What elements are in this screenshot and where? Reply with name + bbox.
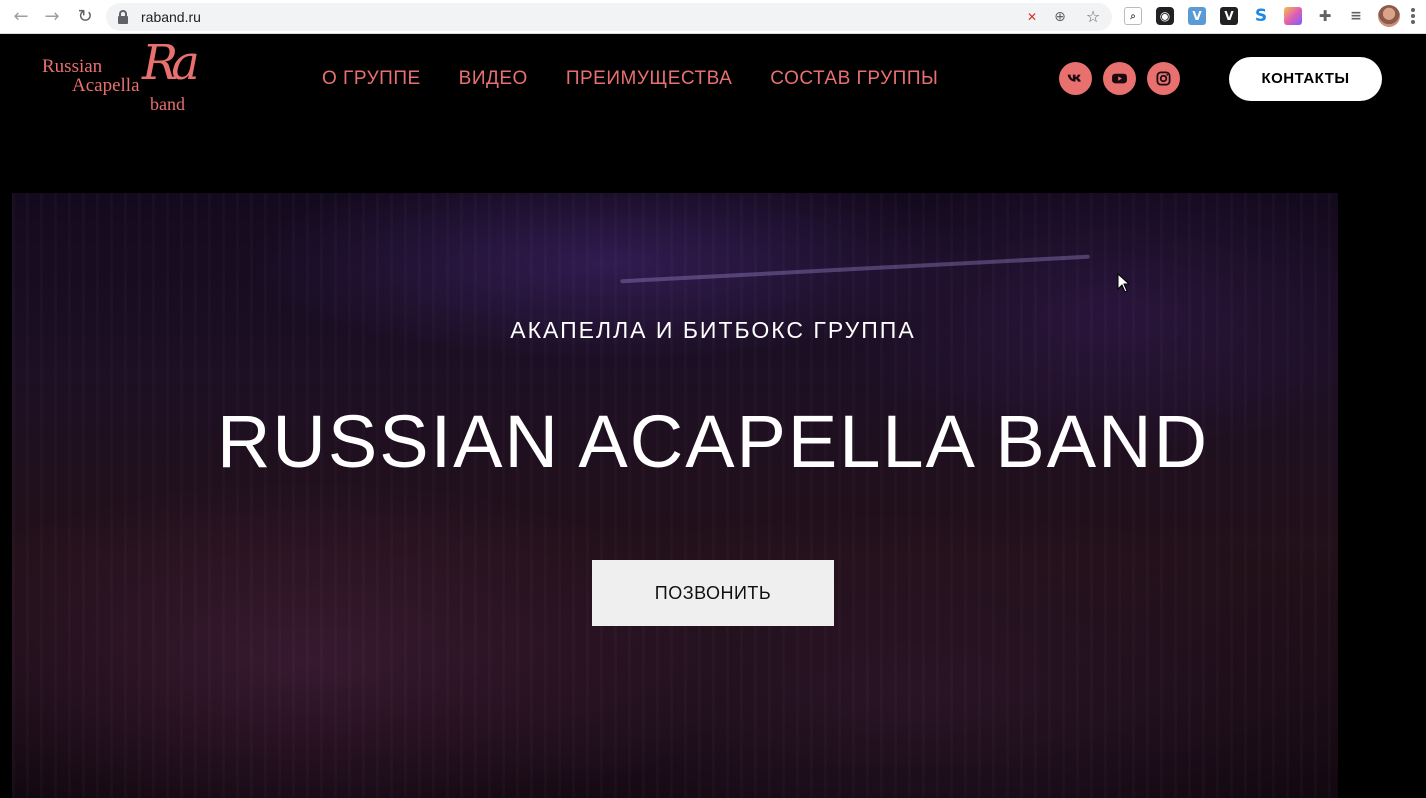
search-ext-icon[interactable]: ⌕ bbox=[1124, 7, 1142, 25]
hero-subtitle: АКАПЕЛЛА И БИТБОКС ГРУППА bbox=[510, 317, 916, 343]
lock-icon[interactable] bbox=[118, 10, 128, 24]
hero-title: RUSSIAN ACAPELLA BAND bbox=[216, 400, 1210, 483]
puzzle-icon[interactable]: ✚ bbox=[1316, 7, 1334, 25]
nav-video[interactable]: ВИДЕО bbox=[459, 68, 528, 90]
back-arrow-icon[interactable]: ← bbox=[10, 6, 32, 28]
media-icon[interactable]: ≡ bbox=[1347, 7, 1365, 25]
logo-line-2: Acapella bbox=[72, 75, 140, 96]
forward-arrow-icon[interactable]: → bbox=[41, 6, 63, 28]
profile-avatar[interactable] bbox=[1378, 5, 1400, 27]
nav-advantages[interactable]: ПРЕИМУЩЕСТВА bbox=[566, 68, 732, 90]
url-text[interactable]: raband.ru bbox=[141, 9, 201, 25]
nav-about[interactable]: О ГРУППЕ bbox=[322, 68, 421, 90]
main-nav: О ГРУППЕ ВИДЕО ПРЕИМУЩЕСТВА СОСТАВ ГРУПП… bbox=[322, 68, 938, 90]
browser-toolbar: ← → ↻ raband.ru ✕ ⊕ ☆ ⌕ ◉ V V S ✚ ≡ bbox=[0, 0, 1426, 34]
instagram-icon[interactable] bbox=[1147, 62, 1180, 95]
bookmark-star-icon[interactable]: ☆ bbox=[1084, 8, 1102, 26]
contacts-button[interactable]: КОНТАКТЫ bbox=[1229, 57, 1382, 101]
logo-monogram: Ra bbox=[142, 35, 200, 91]
mouse-cursor-icon bbox=[1117, 273, 1129, 293]
call-button[interactable]: ПОЗВОНИТЬ bbox=[592, 560, 834, 626]
reload-icon[interactable]: ↻ bbox=[74, 6, 96, 28]
vk-icon[interactable] bbox=[1059, 62, 1092, 95]
site-logo[interactable]: Ra Russian Acapella band bbox=[42, 35, 212, 117]
zoom-icon[interactable]: ⊕ bbox=[1051, 8, 1069, 26]
v-ext-icon[interactable]: V bbox=[1188, 7, 1206, 25]
logo-line-1: Russian bbox=[42, 56, 103, 77]
gradient-ext-icon[interactable] bbox=[1284, 7, 1302, 25]
nav-members[interactable]: СОСТАВ ГРУППЫ bbox=[770, 68, 938, 90]
v-dark-ext-icon[interactable]: V bbox=[1220, 7, 1238, 25]
hero-background-image bbox=[12, 193, 1338, 798]
menu-dots-icon[interactable] bbox=[1408, 7, 1418, 27]
address-bar[interactable]: raband.ru ✕ ⊕ ☆ bbox=[106, 3, 1112, 31]
site-settings-icon[interactable]: ✕ bbox=[1023, 8, 1041, 26]
camera-ext-icon[interactable]: ◉ bbox=[1156, 7, 1174, 25]
logo-line-3: band bbox=[150, 94, 185, 114]
youtube-icon[interactable] bbox=[1103, 62, 1136, 95]
page: Ra Russian Acapella band О ГРУППЕ ВИДЕО … bbox=[0, 35, 1426, 798]
s-ext-icon[interactable]: S bbox=[1252, 7, 1270, 25]
